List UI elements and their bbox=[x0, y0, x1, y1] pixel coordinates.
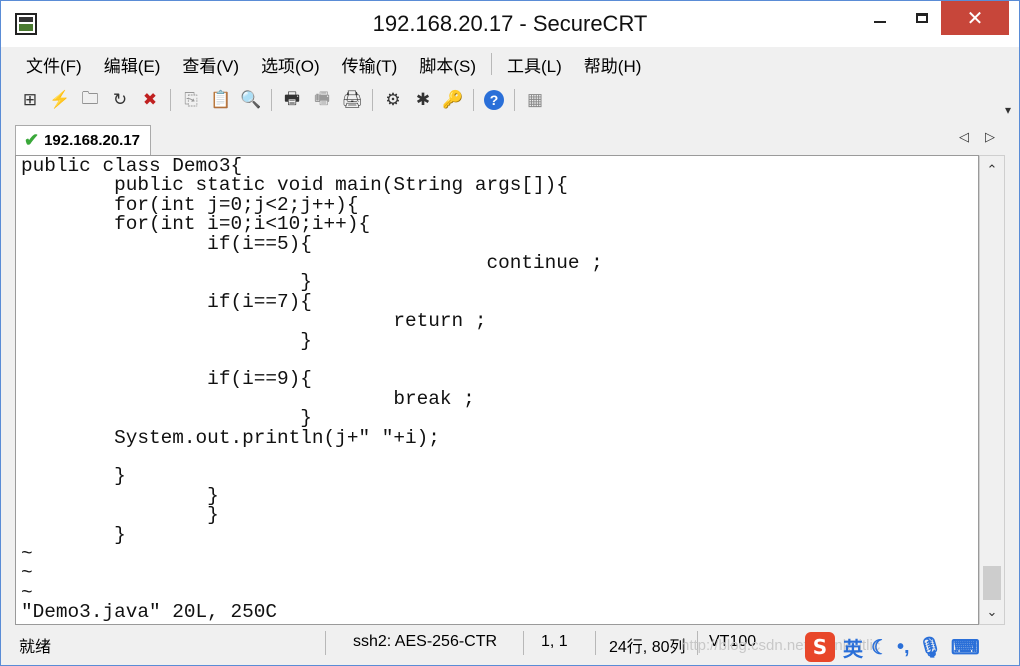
terminal-line: continue ; bbox=[21, 252, 603, 274]
toolbar-separator bbox=[473, 89, 474, 111]
toolbar-separator bbox=[170, 89, 171, 111]
session-tab-bar: ✔ 192.168.20.17 ◁ ▷ bbox=[15, 123, 1015, 155]
close-icon: ✕ bbox=[966, 7, 984, 30]
toolbar: ⊞ ⚡ 🗀 ↻ ✖ ⎘ 📋 🔍 🖶 🖷 🖨 ⚙ ✱ 🔑 ? ▦ ▾ bbox=[15, 83, 1015, 118]
maximize-button[interactable] bbox=[899, 1, 945, 35]
terminal-line: System.out.println(j+" "+i); bbox=[21, 426, 440, 449]
scroll-down-icon[interactable]: ⌄ bbox=[980, 604, 1004, 620]
terminal-line: "Demo3.java" 20L, 250C bbox=[21, 601, 277, 624]
status-cursor-position: 1, 1 bbox=[541, 633, 568, 650]
terminal-line: if(i==7){ bbox=[21, 290, 312, 313]
print-setup-icon[interactable]: 🖨 bbox=[339, 88, 365, 112]
sftp-icon[interactable]: ▦ bbox=[522, 88, 548, 112]
menu-options[interactable]: 选项(O) bbox=[250, 52, 331, 77]
status-protocol: ssh2: AES-256-CTR bbox=[353, 633, 498, 650]
menu-file[interactable]: 文件(F) bbox=[15, 52, 93, 77]
global-options-icon[interactable]: ✱ bbox=[410, 88, 436, 112]
terminal-line: if(i==9){ bbox=[21, 368, 312, 391]
copy-icon[interactable]: ⎘ bbox=[178, 88, 204, 112]
status-separator bbox=[325, 631, 326, 655]
ime-toolbar: S 英 ☾ •, 🎙 ⌨ bbox=[805, 631, 1017, 663]
ime-language-mode[interactable]: 英 bbox=[843, 633, 863, 662]
menu-tools[interactable]: 工具(L) bbox=[496, 52, 573, 77]
terminal-line: } bbox=[21, 407, 312, 430]
menu-edit[interactable]: 编辑(E) bbox=[93, 52, 172, 77]
menu-view[interactable]: 查看(V) bbox=[171, 52, 250, 77]
minimize-icon bbox=[874, 21, 886, 23]
menu-transfer[interactable]: 传输(T) bbox=[331, 52, 409, 77]
toolbar-separator bbox=[514, 89, 515, 111]
terminal-line: ~ bbox=[21, 581, 33, 604]
quick-connect-icon[interactable]: ⚡ bbox=[47, 88, 73, 112]
tab-scroll-right-icon[interactable]: ▷ bbox=[985, 129, 995, 145]
toolbar-separator bbox=[271, 89, 272, 111]
terminal-line: public static void main(String args[]){ bbox=[21, 174, 568, 197]
menu-separator bbox=[491, 53, 492, 75]
keymap-icon[interactable]: 🔑 bbox=[440, 88, 466, 112]
scroll-thumb[interactable] bbox=[983, 566, 1001, 600]
session-tab-label: 192.168.20.17 bbox=[44, 132, 141, 149]
terminal-line: return ; bbox=[21, 310, 487, 333]
terminal-line: public class Demo3{ bbox=[21, 155, 243, 177]
connected-check-icon: ✔ bbox=[24, 130, 40, 150]
terminal-line: } bbox=[21, 504, 219, 527]
terminal-line: } bbox=[21, 465, 126, 488]
toolbar-chevron-icon[interactable]: ▾ bbox=[1005, 103, 1011, 117]
punctuation-icon[interactable]: •, bbox=[897, 636, 910, 659]
find-icon[interactable]: 🔍 bbox=[238, 88, 264, 112]
reconnect-icon[interactable]: ↻ bbox=[107, 88, 133, 112]
terminal-line: if(i==5){ bbox=[21, 232, 312, 255]
close-button[interactable]: ✕ bbox=[941, 1, 1009, 35]
menu-bar: 文件(F) 编辑(E) 查看(V) 选项(O) 传输(T) 脚本(S) 工具(L… bbox=[15, 47, 1015, 81]
toolbar-separator bbox=[372, 89, 373, 111]
connect-tab-icon[interactable]: 🗀 bbox=[77, 88, 103, 112]
terminal-line: ~ bbox=[21, 562, 33, 585]
menu-help[interactable]: 帮助(H) bbox=[573, 52, 653, 77]
help-icon[interactable]: ? bbox=[484, 90, 504, 110]
terminal-line: for(int i=0;i<10;i++){ bbox=[21, 213, 371, 236]
disconnect-icon[interactable]: ✖ bbox=[137, 88, 163, 112]
terminal-line: ~ bbox=[21, 543, 33, 565]
connect-icon[interactable]: ⊞ bbox=[17, 88, 43, 112]
status-ready: 就绪 bbox=[19, 639, 52, 656]
terminal-line: } bbox=[21, 484, 219, 507]
title-bar: 192.168.20.17 - SecureCRT ✕ bbox=[1, 1, 1019, 47]
tab-scroll-left-icon[interactable]: ◁ bbox=[959, 129, 969, 145]
status-terminal-size: 24行, 80列 bbox=[609, 639, 686, 656]
minimize-button[interactable] bbox=[857, 1, 903, 35]
maximize-icon bbox=[916, 13, 928, 23]
terminal-line: break ; bbox=[21, 387, 475, 410]
microphone-icon[interactable]: 🎙 bbox=[918, 635, 943, 660]
session-tab[interactable]: ✔ 192.168.20.17 bbox=[15, 125, 152, 155]
terminal-screen[interactable]: public class Demo3{ public static void m… bbox=[15, 155, 979, 625]
status-separator bbox=[523, 631, 524, 655]
paste-icon[interactable]: 📋 bbox=[208, 88, 234, 112]
menu-script[interactable]: 脚本(S) bbox=[408, 52, 487, 77]
print-selection-icon[interactable]: 🖷 bbox=[309, 88, 335, 112]
scroll-up-icon[interactable]: ⌃ bbox=[980, 162, 1004, 178]
moon-icon[interactable]: ☾ bbox=[871, 635, 889, 660]
sogou-ime-logo-icon[interactable]: S bbox=[805, 632, 835, 662]
keyboard-icon[interactable]: ⌨ bbox=[951, 635, 980, 660]
terminal-line: } bbox=[21, 271, 312, 294]
terminal-line: } bbox=[21, 329, 312, 352]
securecrt-window: 192.168.20.17 - SecureCRT ✕ 文件(F) 编辑(E) … bbox=[0, 0, 1020, 666]
terminal-scrollbar[interactable]: ⌃ ⌄ bbox=[979, 155, 1005, 625]
terminal-line: } bbox=[21, 523, 126, 546]
terminal-line: for(int j=0;j<2;j++){ bbox=[21, 193, 359, 216]
session-options-icon[interactable]: ⚙ bbox=[380, 88, 406, 112]
status-separator bbox=[595, 631, 596, 655]
print-icon[interactable]: 🖶 bbox=[279, 88, 305, 112]
